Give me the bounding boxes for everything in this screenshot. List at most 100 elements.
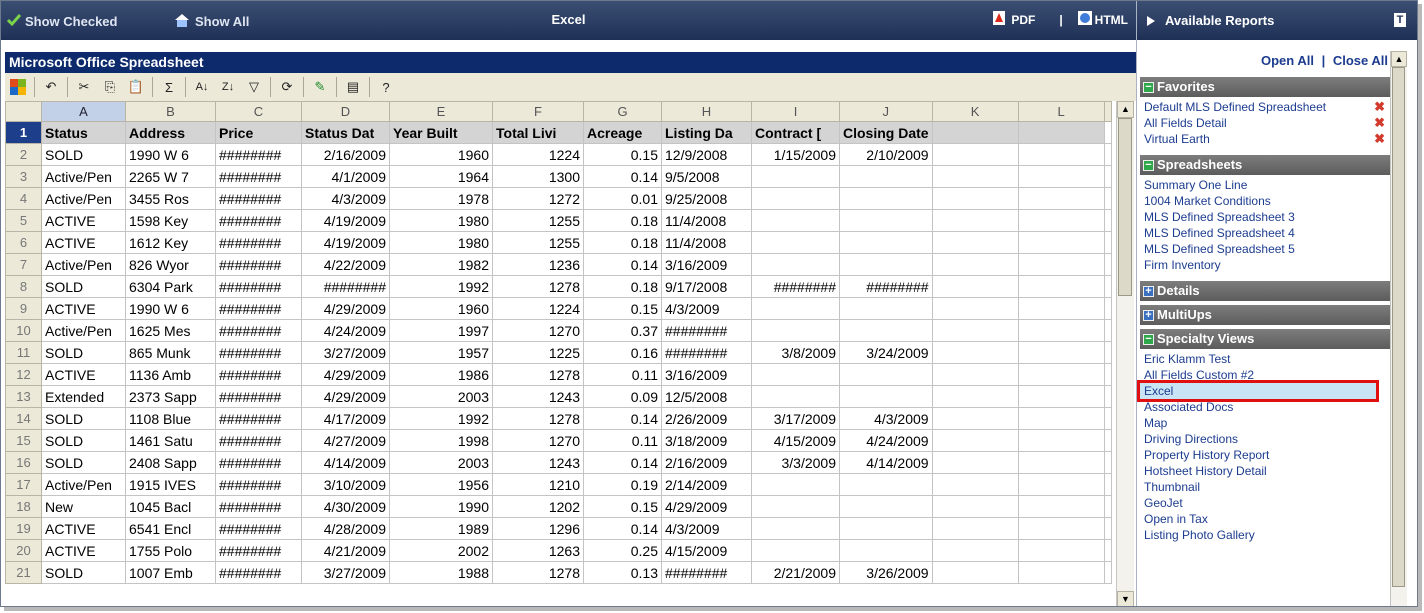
cell-a15[interactable]: SOLD [41, 429, 126, 452]
cell-h12[interactable]: 3/16/2009 [661, 363, 752, 386]
row-header[interactable]: 12 [5, 363, 42, 386]
cell-c6[interactable]: ######## [215, 231, 302, 254]
cell-j1[interactable]: Closing Date [839, 121, 933, 144]
report-link[interactable]: Virtual Earth ✖ [1140, 131, 1391, 147]
cell-j10[interactable] [839, 319, 933, 342]
cell-i2[interactable]: 1/15/2009 [751, 143, 840, 166]
cell-i17[interactable] [751, 473, 840, 496]
cell-g17[interactable]: 0.19 [583, 473, 662, 496]
cell-l10[interactable] [1017, 319, 1105, 342]
report-link[interactable]: Default MLS Defined Spreadsheet ✖ [1140, 99, 1391, 115]
cell-l17[interactable] [1017, 473, 1105, 496]
cell-g16[interactable]: 0.14 [583, 451, 662, 474]
cell-l11[interactable] [1017, 341, 1105, 364]
cell-j7[interactable] [839, 253, 933, 276]
row-header[interactable]: 4 [5, 187, 42, 210]
cell-h11[interactable]: ######## [661, 341, 752, 364]
row-header[interactable]: 16 [5, 451, 42, 474]
cell-e9[interactable]: 1960 [389, 297, 493, 320]
row-header[interactable]: 17 [5, 473, 42, 496]
panel-scroll-thumb[interactable] [1392, 67, 1405, 587]
column-header-i[interactable]: I [751, 101, 840, 122]
cell-e14[interactable]: 1992 [389, 407, 493, 430]
report-link[interactable]: Firm Inventory [1140, 257, 1391, 273]
report-link[interactable]: MLS Defined Spreadsheet 5 [1140, 241, 1391, 257]
cell-f2[interactable]: 1224 [492, 143, 584, 166]
cell-h10[interactable]: ######## [661, 319, 752, 342]
cell-d12[interactable]: 4/29/2009 [301, 363, 390, 386]
cell-j12[interactable] [839, 363, 933, 386]
cell-l4[interactable] [1017, 187, 1105, 210]
cell-f18[interactable]: 1202 [492, 495, 584, 518]
pdf-link[interactable]: PDF [1011, 13, 1035, 27]
cell-g11[interactable]: 0.16 [583, 341, 662, 364]
cell-b1[interactable]: Address [125, 121, 216, 144]
cell-d6[interactable]: 4/19/2009 [301, 231, 390, 254]
cell-h16[interactable]: 2/16/2009 [661, 451, 752, 474]
cell-i5[interactable] [751, 209, 840, 232]
cell-j14[interactable]: 4/3/2009 [839, 407, 933, 430]
cell-a9[interactable]: ACTIVE [41, 297, 126, 320]
row-header[interactable]: 14 [5, 407, 42, 430]
cell-i11[interactable]: 3/8/2009 [751, 341, 840, 364]
cell-e6[interactable]: 1980 [389, 231, 493, 254]
row-header[interactable]: 7 [5, 253, 42, 276]
cell-j17[interactable] [839, 473, 933, 496]
expand-icon[interactable]: + [1143, 285, 1154, 297]
column-header-d[interactable]: D [301, 101, 390, 122]
cell-i1[interactable]: Contract [ [751, 121, 840, 144]
show-checked-button[interactable]: Show Checked [6, 11, 117, 31]
column-header-b[interactable]: B [125, 101, 216, 122]
cell-c2[interactable]: ######## [215, 143, 302, 166]
cell-a12[interactable]: ACTIVE [41, 363, 126, 386]
cell-j20[interactable] [839, 539, 933, 562]
cell-l16[interactable] [1017, 451, 1105, 474]
report-link[interactable]: MLS Defined Spreadsheet 4 [1140, 225, 1391, 241]
cell-e2[interactable]: 1960 [389, 143, 493, 166]
cell-j2[interactable]: 2/10/2009 [839, 143, 933, 166]
cell-b4[interactable]: 3455 Ros [125, 187, 216, 210]
cell-i6[interactable] [751, 231, 840, 254]
cell-d18[interactable]: 4/30/2009 [301, 495, 390, 518]
cell-f3[interactable]: 1300 [492, 165, 584, 188]
cell-f10[interactable]: 1270 [492, 319, 584, 342]
section-header-details[interactable]: + Details [1140, 281, 1391, 301]
cell-h4[interactable]: 9/25/2008 [661, 187, 752, 210]
refresh-icon[interactable]: ⟳ [276, 76, 298, 98]
cell-d13[interactable]: 4/29/2009 [301, 385, 390, 408]
cell-d3[interactable]: 4/1/2009 [301, 165, 390, 188]
cell-e1[interactable]: Year Built [389, 121, 493, 144]
report-link[interactable]: Property History Report [1140, 447, 1391, 463]
cell-g8[interactable]: 0.18 [583, 275, 662, 298]
cell-e7[interactable]: 1982 [389, 253, 493, 276]
cell-c16[interactable]: ######## [215, 451, 302, 474]
cell-f19[interactable]: 1296 [492, 517, 584, 540]
export-to-excel-icon[interactable]: ✎ [309, 76, 331, 98]
cut-icon[interactable]: ✂ [73, 76, 95, 98]
cell-h2[interactable]: 12/9/2008 [661, 143, 752, 166]
cell-g12[interactable]: 0.11 [583, 363, 662, 386]
cell-i8[interactable]: ######## [751, 275, 840, 298]
cell-a13[interactable]: Extended [41, 385, 126, 408]
cell-f17[interactable]: 1210 [492, 473, 584, 496]
section-header-specialty-views[interactable]: − Specialty Views [1140, 329, 1391, 349]
section-header-spreadsheets[interactable]: − Spreadsheets [1140, 155, 1391, 175]
cell-i13[interactable] [751, 385, 840, 408]
cell-e18[interactable]: 1990 [389, 495, 493, 518]
cell-i4[interactable] [751, 187, 840, 210]
cell-a5[interactable]: ACTIVE [41, 209, 126, 232]
cell-d1[interactable]: Status Dat [301, 121, 390, 144]
cell-d16[interactable]: 4/14/2009 [301, 451, 390, 474]
row-header[interactable]: 3 [5, 165, 42, 188]
row-header[interactable]: 5 [5, 209, 42, 232]
open-all-link[interactable]: Open All [1261, 53, 1314, 68]
cell-f6[interactable]: 1255 [492, 231, 584, 254]
cell-j5[interactable] [839, 209, 933, 232]
row-header[interactable]: 13 [5, 385, 42, 408]
row-header[interactable]: 10 [5, 319, 42, 342]
cell-e19[interactable]: 1989 [389, 517, 493, 540]
cell-b13[interactable]: 2373 Sapp [125, 385, 216, 408]
report-link[interactable]: Eric Klamm Test [1140, 351, 1391, 367]
cell-e8[interactable]: 1992 [389, 275, 493, 298]
report-link[interactable]: Thumbnail [1140, 479, 1391, 495]
